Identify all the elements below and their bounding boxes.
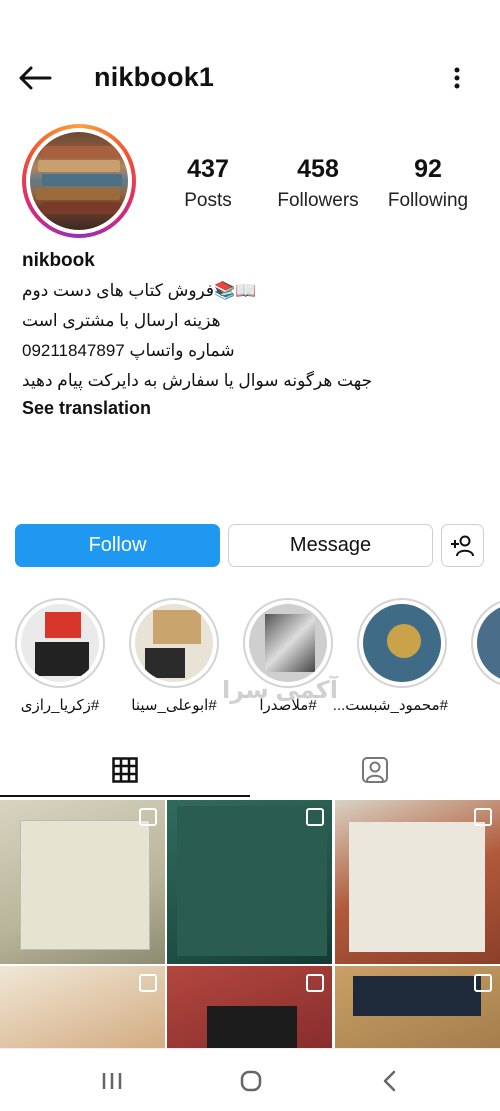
multi-post-icon: [474, 808, 492, 826]
more-vertical-icon: [454, 67, 460, 89]
tab-tagged[interactable]: [250, 745, 500, 795]
posts-grid: [0, 800, 500, 1050]
highlight-cover: [249, 604, 327, 682]
followers-stat[interactable]: 458 Followers: [263, 155, 373, 212]
posts-stat[interactable]: 437 Posts: [153, 155, 263, 212]
multi-post-icon: [306, 808, 324, 826]
tab-grid[interactable]: [0, 745, 250, 795]
recent-apps-button[interactable]: [72, 1049, 152, 1111]
top-bar: nikbook1: [0, 40, 500, 116]
highlight-cover: [477, 604, 500, 682]
profile-avatar: [30, 132, 128, 230]
see-translation-link[interactable]: See translation: [22, 398, 482, 419]
highlight-label: #محمود_شبست...: [332, 697, 448, 714]
highlight-item[interactable]: #...: [470, 598, 500, 713]
post-thumbnail[interactable]: [167, 966, 332, 1050]
highlight-item[interactable]: #محمود_شبست...: [332, 598, 448, 714]
profile-bio: nikbook 📖📚فروش کتاب های دست دوم هزینه ار…: [22, 250, 482, 419]
highlight-item[interactable]: #ابوعلی_سینا: [128, 598, 220, 714]
highlight-label: #زکریا_رازی: [20, 697, 100, 714]
post-thumbnail[interactable]: [335, 800, 500, 964]
highlight-cover: [135, 604, 213, 682]
active-tab-indicator: [0, 795, 250, 797]
story-ring[interactable]: [22, 124, 136, 238]
profile-username-title: nikbook1: [94, 62, 215, 92]
bio-line: 📖📚فروش کتاب های دست دوم: [22, 281, 257, 300]
post-thumbnail[interactable]: [335, 966, 500, 1050]
follow-button[interactable]: Follow: [15, 524, 220, 567]
following-label: Following: [387, 190, 469, 211]
post-thumbnail[interactable]: [167, 800, 332, 964]
profile-name: nikbook: [22, 250, 95, 271]
multi-post-icon: [139, 808, 157, 826]
multi-post-icon: [139, 974, 157, 992]
bio-line[interactable]: شماره واتساپ 09211847897: [22, 336, 482, 366]
multi-post-icon: [306, 974, 324, 992]
message-button[interactable]: Message: [228, 524, 433, 567]
grid-icon: [112, 757, 138, 783]
bio-line: جهت هرگونه سوال یا سفارش به دایرکت پیام …: [22, 371, 373, 390]
arrow-left-icon: [19, 66, 52, 90]
home-icon: [240, 1070, 262, 1091]
tagged-person-icon: [362, 757, 388, 783]
posts-label: Posts: [184, 190, 232, 211]
more-options-button[interactable]: [447, 62, 467, 94]
recent-apps-icon: [102, 1072, 122, 1089]
followers-label: Followers: [277, 190, 359, 211]
highlight-label: #ابوعلی_سینا: [131, 697, 217, 714]
highlight-cover: [363, 604, 441, 682]
followers-count: 458: [297, 155, 339, 183]
multi-post-icon: [474, 974, 492, 992]
suggested-accounts-button[interactable]: [441, 524, 484, 567]
add-person-icon: [450, 535, 474, 556]
profile-stats: 437 Posts 458 Followers 92 Following: [160, 155, 490, 215]
post-thumbnail[interactable]: [0, 966, 165, 1050]
following-count: 92: [414, 155, 442, 183]
post-thumbnail[interactable]: [0, 800, 165, 964]
highlight-item[interactable]: #زکریا_رازی: [14, 598, 106, 714]
back-chevron-icon: [383, 1070, 396, 1091]
highlight-cover: [21, 604, 99, 682]
back-button[interactable]: [18, 62, 54, 94]
bio-line: هزینه ارسال با مشتری است: [22, 311, 221, 330]
highlight-label: #...: [470, 696, 500, 713]
profile-tabs: [0, 745, 500, 797]
posts-count: 437: [187, 155, 229, 183]
following-stat[interactable]: 92 Following: [373, 155, 483, 212]
system-back-button[interactable]: [350, 1049, 430, 1111]
system-navigation-bar: [0, 1048, 500, 1111]
watermark: آکمی سرا: [222, 677, 338, 704]
home-button[interactable]: [211, 1049, 291, 1111]
